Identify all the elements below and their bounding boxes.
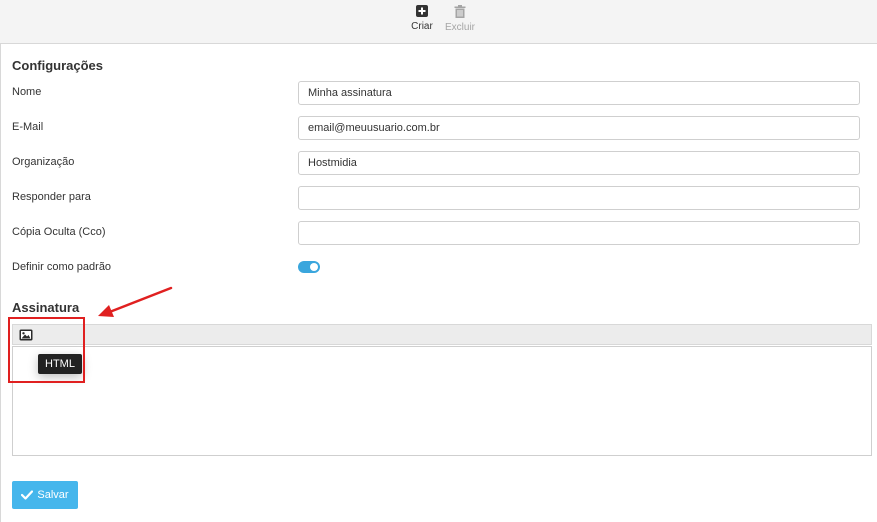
create-button-label: Criar [411, 21, 433, 32]
bcc-field[interactable] [298, 221, 860, 245]
checkmark-icon [21, 490, 34, 500]
editor-toolbar [12, 324, 872, 345]
name-field[interactable] [298, 81, 860, 105]
organization-label: Organização [12, 156, 75, 168]
default-toggle[interactable] [298, 261, 320, 273]
highlight-box [8, 317, 85, 383]
toggle-knob [310, 263, 318, 271]
save-button[interactable]: Salvar [12, 481, 78, 509]
organization-field[interactable] [298, 151, 860, 175]
reply-to-field[interactable] [298, 186, 860, 210]
bcc-label: Cópia Oculta (Cco) [12, 226, 106, 238]
signature-heading: Assinatura [12, 300, 80, 315]
reply-to-label: Responder para [12, 191, 91, 203]
panel-border [0, 44, 1, 522]
trash-icon [454, 5, 466, 18]
signature-editor[interactable] [12, 346, 872, 456]
name-label: Nome [12, 86, 42, 98]
plus-square-icon [416, 5, 428, 17]
delete-button[interactable]: Excluir [445, 5, 475, 33]
delete-button-label: Excluir [445, 22, 476, 33]
save-button-label: Salvar [37, 489, 69, 501]
email-field[interactable] [298, 116, 860, 140]
create-button[interactable]: Criar [410, 5, 434, 32]
annotation-arrow-icon [98, 286, 173, 317]
default-label: Definir como padrão [12, 261, 112, 273]
email-label: E-Mail [12, 121, 44, 133]
top-toolbar: Criar Excluir [0, 0, 877, 44]
settings-heading: Configurações [12, 58, 104, 73]
